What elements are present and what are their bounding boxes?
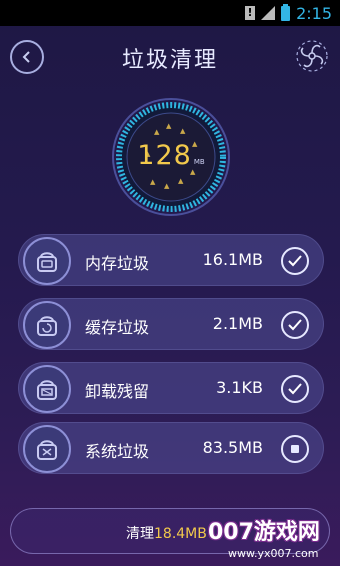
clean-button-label: 清理18.4MB (126, 523, 207, 543)
item-size: 2.1MB (212, 314, 263, 333)
android-uninstall-icon (23, 365, 71, 413)
gauge-number: 128 (137, 140, 192, 171)
gauge-unit: MB (193, 158, 205, 166)
item-checkbox[interactable] (281, 247, 309, 275)
svg-text:▲: ▲ (164, 182, 170, 190)
list-item-uninstall-residue[interactable]: 卸载残留 3.1KB (18, 362, 324, 414)
page-title: 垃圾清理 (121, 48, 218, 73)
list-item-cache-junk[interactable]: 缓存垃圾 2.1MB (18, 298, 324, 350)
signal-icon (261, 6, 276, 20)
item-checkbox[interactable] (281, 375, 309, 403)
list-item-system-junk[interactable]: 系统垃圾 83.5MB (18, 422, 324, 474)
item-size: 3.1KB (216, 378, 263, 397)
android-system-icon (23, 425, 71, 473)
header: 垃圾清理 (0, 26, 340, 88)
fan-button[interactable] (294, 38, 330, 74)
list-item-memory-junk[interactable]: 内存垃圾 16.1MB (18, 234, 324, 286)
check-icon (288, 255, 302, 267)
item-label: 内存垃圾 (85, 254, 150, 273)
clean-prefix: 清理 (126, 526, 154, 542)
status-bar: ! 2:15 (0, 0, 340, 26)
svg-text:▲: ▲ (178, 177, 184, 185)
clean-amount: 18.4MB (154, 526, 207, 542)
watermark-brand: 007游戏网 (208, 520, 320, 545)
gauge-value: 128 MB (110, 140, 232, 171)
item-checkbox[interactable] (281, 311, 309, 339)
watermark-url: www.yx007.com (228, 547, 319, 560)
item-label: 卸载残留 (85, 382, 150, 401)
fan-icon (296, 40, 328, 72)
check-icon (288, 319, 302, 331)
stop-icon (291, 445, 299, 453)
svg-text:▲: ▲ (154, 128, 160, 136)
status-time: 2:15 (296, 3, 332, 23)
svg-text:▲: ▲ (166, 122, 172, 130)
item-label: 缓存垃圾 (85, 318, 150, 337)
svg-text:▲: ▲ (150, 178, 156, 186)
item-size: 83.5MB (202, 438, 263, 457)
svg-text:▲: ▲ (180, 127, 186, 135)
android-robot-icon (23, 237, 71, 285)
item-label: 系统垃圾 (85, 442, 150, 461)
battery-icon (281, 3, 291, 21)
check-icon (288, 383, 302, 395)
junk-size-gauge: ▲ ▲ ▲ ▲ ▲ ▲ ▲ ▲ ▲ 128 MB (110, 96, 232, 218)
android-cache-icon (23, 301, 71, 349)
item-size: 16.1MB (202, 250, 263, 269)
item-stop-button[interactable] (281, 435, 309, 463)
watermark: 007游戏网 www.yx007.com (208, 514, 338, 564)
alert-icon: ! (245, 6, 256, 20)
